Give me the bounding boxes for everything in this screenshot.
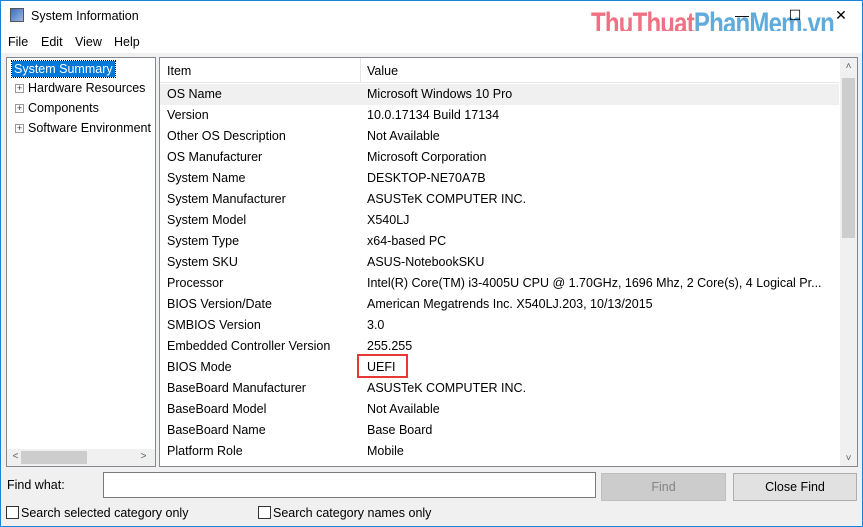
window-title: System Information: [31, 9, 139, 23]
scroll-thumb[interactable]: [842, 78, 855, 238]
table-row[interactable]: Other OS Description Not Available: [160, 126, 839, 147]
scroll-thumb[interactable]: [21, 451, 87, 464]
item-cell: BaseBoard Manufacturer: [167, 381, 306, 395]
item-cell: BaseBoard Name: [167, 423, 266, 437]
value-cell: 255.255: [367, 339, 413, 353]
menu-edit[interactable]: Edit: [41, 35, 63, 49]
scroll-down-icon[interactable]: ˅: [840, 453, 857, 464]
table-row[interactable]: System Manufacturer ASUSTeK COMPUTER INC.: [160, 189, 839, 210]
item-cell: System SKU: [167, 255, 238, 269]
expand-icon[interactable]: +: [15, 104, 24, 113]
scroll-up-icon[interactable]: ˄: [840, 61, 857, 72]
item-cell: Version: [167, 108, 209, 122]
table-row[interactable]: Processor Intel(R) Core(TM) i3-4005U CPU …: [160, 273, 839, 294]
scroll-right-icon[interactable]: >: [135, 451, 152, 462]
title-bar: System Information ThuThuatPhanMem.vn — …: [1, 1, 862, 40]
item-cell: OS Manufacturer: [167, 150, 263, 164]
close-button[interactable]: ✕: [831, 7, 851, 24]
tree-item-components[interactable]: + Components: [15, 101, 99, 115]
column-header-value[interactable]: Value: [367, 64, 398, 78]
value-cell: X540LJ: [367, 213, 410, 227]
menu-view[interactable]: View: [75, 35, 102, 49]
menu-file[interactable]: File: [8, 35, 28, 49]
table-row[interactable]: BaseBoard Manufacturer ASUSTeK COMPUTER I…: [160, 378, 839, 399]
value-cell: 10.0.17134 Build 17134: [367, 108, 500, 122]
table-row[interactable]: System SKU ASUS-NotebookSKU: [160, 252, 839, 273]
search-category-names-checkbox[interactable]: Search category names only: [258, 506, 431, 520]
table-row[interactable]: BIOS Version/Date American Megatrends Inc…: [160, 294, 839, 315]
expand-icon[interactable]: +: [15, 84, 24, 93]
system-information-window: System Information ThuThuatPhanMem.vn — …: [0, 0, 863, 527]
table-row[interactable]: System Type x64-based PC: [160, 231, 839, 252]
horizontal-scrollbar[interactable]: < >: [7, 449, 155, 466]
value-cell: Not Available: [367, 402, 440, 416]
minimize-button[interactable]: —: [732, 7, 752, 23]
table-row[interactable]: System Model X540LJ: [160, 210, 839, 231]
menu-bar: File Edit View Help: [1, 31, 862, 53]
app-icon: [10, 8, 24, 22]
item-cell: BIOS Version/Date: [167, 297, 272, 311]
value-cell: Not Available: [367, 129, 440, 143]
value-cell: ASUSTeK COMPUTER INC.: [367, 192, 527, 206]
value-cell: 3.0: [367, 318, 385, 332]
menu-help[interactable]: Help: [114, 35, 140, 49]
table-row[interactable]: OS Name Microsoft Windows 10 Pro: [160, 84, 839, 105]
table-row[interactable]: System Name DESKTOP-NE70A7B: [160, 168, 839, 189]
table-row[interactable]: BIOS Mode UEFI: [160, 357, 839, 378]
find-button[interactable]: Find: [601, 473, 726, 501]
details-table: Item Value OS Name Microsoft Windows 10 P…: [159, 57, 858, 467]
close-find-button[interactable]: Close Find: [733, 473, 857, 501]
value-cell: Microsoft Windows 10 Pro: [367, 87, 513, 101]
expand-icon[interactable]: +: [15, 124, 24, 133]
item-cell: System Manufacturer: [167, 192, 286, 206]
table-row[interactable]: BaseBoard Name Base Board: [160, 420, 839, 441]
item-cell: SMBIOS Version: [167, 318, 261, 332]
table-row[interactable]: OS Manufacturer Microsoft Corporation: [160, 147, 839, 168]
item-cell: System Type: [167, 234, 240, 248]
item-cell: System Model: [167, 213, 247, 227]
table-row[interactable]: SMBIOS Version 3.0: [160, 315, 839, 336]
value-cell: Intel(R) Core(TM) i3-4005U CPU @ 1.70GHz…: [367, 276, 822, 290]
tree-item-hardware-resources[interactable]: + Hardware Resources: [15, 81, 145, 95]
search-selected-category-checkbox[interactable]: Search selected category only: [6, 506, 188, 520]
value-cell: ASUS-NotebookSKU: [367, 255, 485, 269]
table-row[interactable]: Version 10.0.17134 Build 17134: [160, 105, 839, 126]
vertical-scrollbar[interactable]: ˄ ˅: [840, 58, 857, 466]
highlight-box: [357, 354, 408, 378]
item-cell: Processor: [167, 276, 224, 290]
table-row[interactable]: Platform Role Mobile: [160, 441, 839, 462]
category-tree: System Summary + Hardware Resources + Comp…: [6, 57, 156, 467]
item-cell: Platform Role: [167, 444, 243, 458]
maximize-button[interactable]: ☐: [785, 7, 805, 24]
find-what-label: Find what:: [7, 478, 65, 492]
item-cell: BaseBoard Model: [167, 402, 267, 416]
value-cell: Mobile: [367, 444, 404, 458]
column-header-item[interactable]: Item: [167, 64, 191, 78]
table-header: Item Value: [160, 58, 839, 83]
value-cell: DESKTOP-NE70A7B: [367, 171, 486, 185]
value-cell: Microsoft Corporation: [367, 150, 487, 164]
value-cell: American Megatrends Inc. X540LJ.203, 10/…: [367, 297, 653, 311]
tree-item-system-summary[interactable]: System Summary: [11, 60, 116, 78]
item-cell: Other OS Description: [167, 129, 286, 143]
tree-item-software-environment[interactable]: + Software Environment: [15, 121, 151, 135]
item-cell: System Name: [167, 171, 246, 185]
item-cell: BIOS Mode: [167, 360, 232, 374]
value-cell: ASUSTeK COMPUTER INC.: [367, 381, 527, 395]
find-what-input[interactable]: [103, 472, 596, 498]
item-cell: OS Name: [167, 87, 222, 101]
item-cell: Embedded Controller Version: [167, 339, 331, 353]
value-cell: Base Board: [367, 423, 433, 437]
table-row[interactable]: Embedded Controller Version 255.255: [160, 336, 839, 357]
value-cell: x64-based PC: [367, 234, 447, 248]
table-row[interactable]: BaseBoard Model Not Available: [160, 399, 839, 420]
